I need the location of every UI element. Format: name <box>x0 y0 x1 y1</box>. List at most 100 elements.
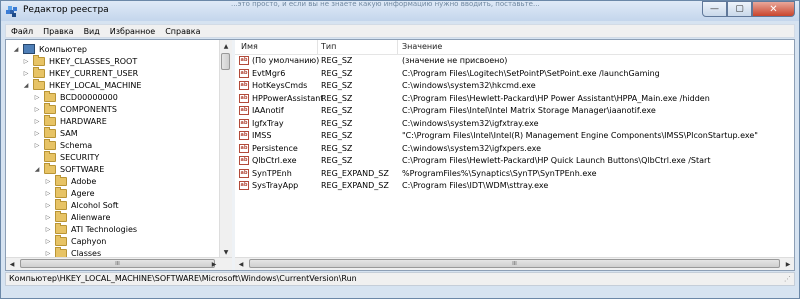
tree-item[interactable]: ▷ Alienware <box>44 210 111 223</box>
menu-file[interactable]: Файл <box>6 27 38 36</box>
tree-item[interactable]: ▷ Adobe <box>44 174 97 187</box>
tree-item[interactable]: ▷ Agere <box>44 186 95 199</box>
folder-icon <box>55 210 67 222</box>
tree-item-label: HKEY_CLASSES_ROOT <box>49 56 138 66</box>
string-value-icon: ab <box>239 156 249 165</box>
tree-item-label: Alienware <box>71 212 111 222</box>
string-value-icon: ab <box>239 68 249 78</box>
expander-icon[interactable]: ▷ <box>22 69 30 77</box>
maximize-button[interactable]: ▢ <box>727 1 752 17</box>
tree-horizontal-scrollbar[interactable]: ◀ III ▶ <box>6 257 232 270</box>
column-divider[interactable] <box>317 40 318 54</box>
expander-icon[interactable]: ▷ <box>44 177 52 185</box>
value-type: REG_SZ <box>321 106 353 115</box>
value-data: C:\Program Files\Hewlett-Packard\HP Quic… <box>402 156 711 165</box>
scroll-right-icon[interactable]: ▶ <box>208 258 220 270</box>
tree-horizontal-scroll-thumb[interactable]: III <box>20 259 215 268</box>
tree-vertical-scroll-thumb[interactable] <box>221 53 230 70</box>
list-row[interactable]: ab SysTrayApp REG_EXPAND_SZ C:\Program File… <box>235 180 794 192</box>
tree-item-label: Adobe <box>71 176 97 186</box>
list-horizontal-scrollbar[interactable]: ◀ III ▶ <box>235 257 794 270</box>
tree-item-label: HARDWARE <box>60 116 107 126</box>
editor-body: ◢ Компьютер ▷ HKEY_CLASSES_ROOT ▷ HKEY_CURREN… <box>5 39 795 271</box>
tree-item-label: BCD00000000 <box>60 92 118 102</box>
menu-help[interactable]: Справка <box>160 27 205 36</box>
tree-item-label: Caphyon <box>71 236 107 246</box>
tree-item[interactable]: ◢ SOFTWARE <box>33 162 104 175</box>
tree-item[interactable]: ▷ COMPONENTS <box>33 102 117 115</box>
expander-icon[interactable]: ▷ <box>33 105 41 113</box>
scroll-left-icon[interactable]: ◀ <box>6 258 18 270</box>
tree-item[interactable]: ▷ ATI Technologies <box>44 222 138 235</box>
title-bar[interactable]: Редактор реестра ...это просто, и если в… <box>1 1 799 21</box>
list-horizontal-scroll-thumb[interactable]: III <box>249 259 780 268</box>
column-divider[interactable] <box>397 40 398 54</box>
string-value-icon: ab <box>239 181 249 190</box>
list-row[interactable]: ab IAAnotif REG_SZ C:\Program Files\Intel\I… <box>235 105 794 117</box>
tree-item[interactable]: ▷ BCD00000000 <box>33 90 118 103</box>
value-name: QlbCtrl.exe <box>252 156 297 165</box>
expander-icon[interactable]: ▷ <box>33 141 41 149</box>
value-data: C:\Program Files\Logitech\SetPointP\SetP… <box>402 68 660 78</box>
value-data: C:\Program Files\Intel\Intel Matrix Stor… <box>402 106 656 115</box>
tree-item[interactable]: ▷ Alcohol Soft <box>44 198 119 211</box>
scroll-left-icon[interactable]: ◀ <box>235 258 247 270</box>
expander-icon[interactable]: ◢ <box>33 165 41 173</box>
folder-icon <box>44 114 56 126</box>
string-value-icon: ab <box>239 81 249 90</box>
list-row[interactable]: ab IgfxTray REG_SZ C:\windows\system32\igfx… <box>235 118 794 130</box>
value-type: REG_SZ <box>321 118 353 128</box>
expander-icon[interactable]: ◢ <box>22 81 30 89</box>
tree-item[interactable]: SECURITY <box>33 150 99 163</box>
list-row[interactable]: ab Persistence REG_SZ C:\windows\system32\i… <box>235 143 794 155</box>
resize-grip-icon[interactable]: ⋰ <box>784 275 793 284</box>
tree-item[interactable]: ◢ Компьютер <box>12 43 87 55</box>
list-row[interactable]: ab HotKeysCmds REG_SZ C:\windows\system32\h… <box>235 80 794 92</box>
expander-icon[interactable]: ▷ <box>44 213 52 221</box>
expander-icon[interactable] <box>33 153 41 161</box>
tree-item[interactable]: ▷ HKEY_CLASSES_ROOT <box>22 54 138 67</box>
expander-icon[interactable]: ▷ <box>44 249 52 257</box>
tree-item[interactable]: ▷ SAM <box>33 126 78 139</box>
expander-icon[interactable]: ▷ <box>44 189 52 197</box>
tree-item[interactable]: ▷ Caphyon <box>44 234 107 247</box>
column-header-name[interactable]: Имя <box>241 42 258 51</box>
expander-icon[interactable]: ◢ <box>12 45 20 53</box>
menu-view[interactable]: Вид <box>79 27 105 36</box>
scroll-right-icon[interactable]: ▶ <box>782 258 794 270</box>
list-row[interactable]: ab QlbCtrl.exe REG_SZ C:\Program Files\Hewl… <box>235 155 794 167</box>
expander-icon[interactable]: ▷ <box>44 225 52 233</box>
column-header-type[interactable]: Тип <box>321 42 336 51</box>
column-header-data[interactable]: Значение <box>402 42 442 51</box>
folder-icon <box>55 174 67 186</box>
expander-icon[interactable]: ▷ <box>33 117 41 125</box>
list-row[interactable]: ab HPPowerAssistant REG_SZ C:\Program Files… <box>235 93 794 105</box>
value-name: HotKeysCmds <box>252 81 308 90</box>
expander-icon[interactable]: ▷ <box>33 129 41 137</box>
expander-icon[interactable]: ▷ <box>44 201 52 209</box>
list-row[interactable]: ab IMSS REG_SZ "C:\Program Files\Intel\Inte… <box>235 130 794 142</box>
menu-edit[interactable]: Правка <box>38 27 78 36</box>
value-name: SysTrayApp <box>252 181 299 190</box>
expander-icon[interactable]: ▷ <box>33 93 41 101</box>
value-type: REG_SZ <box>321 81 353 90</box>
menu-favorites[interactable]: Избранное <box>105 27 160 36</box>
list-row[interactable]: ab SynTPEnh REG_EXPAND_SZ %ProgramFiles%\Sy… <box>235 168 794 180</box>
folder-icon <box>44 138 56 150</box>
value-data: C:\windows\system32\igfxtray.exe <box>402 118 539 128</box>
value-name: IgfxTray <box>252 118 284 128</box>
scroll-up-icon[interactable]: ▲ <box>220 40 232 52</box>
computer-icon <box>23 44 35 54</box>
list-row[interactable]: ab EvtMgr6 REG_SZ C:\Program Files\Logitech… <box>235 68 794 80</box>
minimize-button[interactable]: — <box>702 1 727 17</box>
close-button[interactable]: ✕ <box>752 1 795 17</box>
tree-item[interactable]: ▷ HARDWARE <box>33 114 107 127</box>
expander-icon[interactable]: ▷ <box>44 237 52 245</box>
tree-item[interactable]: ▷ Schema <box>33 138 92 151</box>
list-row[interactable]: ab (По умолчанию) REG_SZ (значение не присв… <box>235 55 794 67</box>
tree-item-label: ATI Technologies <box>71 224 138 234</box>
expander-icon[interactable]: ▷ <box>22 57 30 65</box>
tree-item[interactable]: ▷ HKEY_CURRENT_USER <box>22 66 138 79</box>
tree-item[interactable]: ◢ HKEY_LOCAL_MACHINE <box>22 78 141 91</box>
tree-vertical-scrollbar[interactable]: ▲ ▼ <box>219 40 232 258</box>
